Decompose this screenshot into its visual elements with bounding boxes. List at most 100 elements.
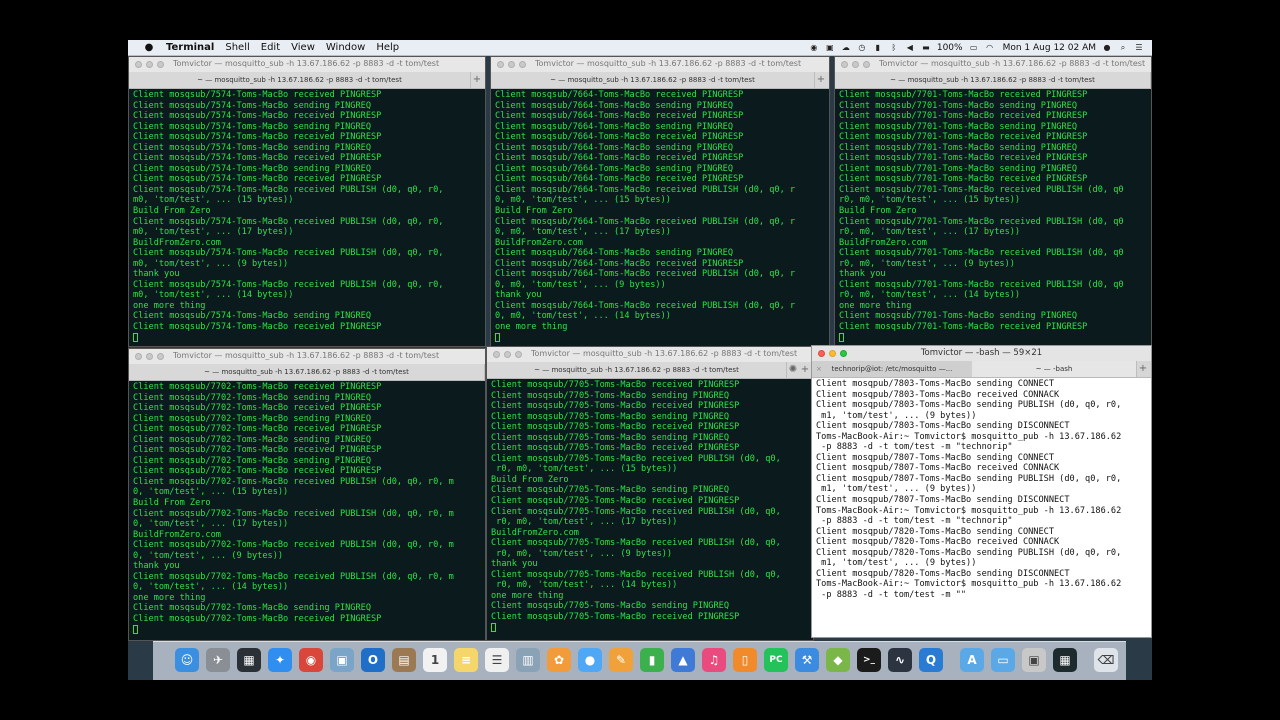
- pycharm-icon[interactable]: PC: [764, 648, 788, 672]
- title-bar[interactable]: Tomvictor — mosquitto_sub -h 13.67.186.6…: [129, 349, 485, 365]
- lock-icon[interactable]: ▮: [873, 43, 883, 52]
- keynote-icon[interactable]: ▲: [671, 648, 695, 672]
- menu-view[interactable]: View: [291, 42, 315, 53]
- minimize-button[interactable]: [852, 61, 859, 68]
- finder-icon[interactable]: ☺: [175, 648, 199, 672]
- menu-app-name[interactable]: Terminal: [166, 42, 214, 53]
- xcode-icon[interactable]: ⚒: [795, 648, 819, 672]
- terminal-window-3[interactable]: Tomvictor — mosquitto_sub -h 13.67.186.6…: [834, 56, 1152, 347]
- close-button[interactable]: [493, 351, 500, 358]
- close-button[interactable]: [497, 61, 504, 68]
- trash-icon[interactable]: ⌫: [1094, 648, 1118, 672]
- terminal-output[interactable]: Client mosqsub/7702-Toms-MacBo received …: [133, 382, 483, 640]
- zoom-button[interactable]: [157, 353, 164, 360]
- prompt-line[interactable]: [839, 332, 1149, 345]
- messages-icon[interactable]: ●: [578, 648, 602, 672]
- apple-icon[interactable]: ●: [142, 42, 156, 53]
- zoom-button[interactable]: [863, 61, 870, 68]
- zoom-button[interactable]: [515, 351, 522, 358]
- prompt-line[interactable]: [133, 624, 483, 637]
- console-icon[interactable]: ▦: [1053, 648, 1077, 672]
- tab-mosquitto-sub[interactable]: ~ — mosquitto_sub -h 13.67.186.62 -p 888…: [129, 72, 471, 88]
- launchpad-icon[interactable]: ✈: [206, 648, 230, 672]
- zoom-button[interactable]: [519, 61, 526, 68]
- terminal-window-2[interactable]: Tomvictor — mosquitto_sub -h 13.67.186.6…: [490, 56, 830, 347]
- volume-icon[interactable]: ◀: [905, 43, 915, 52]
- menu-shell[interactable]: Shell: [225, 42, 249, 53]
- cloud-icon[interactable]: ☁: [841, 43, 851, 52]
- title-bar[interactable]: Tomvictor — mosquitto_sub -h 13.67.186.6…: [129, 57, 485, 73]
- dropbox-icon[interactable]: ▣: [825, 43, 835, 52]
- pages-icon[interactable]: ✎: [609, 648, 633, 672]
- new-tab-plus-icon[interactable]: +: [1137, 361, 1149, 377]
- prompt-line[interactable]: [491, 622, 811, 635]
- preview-icon[interactable]: ▣: [330, 648, 354, 672]
- close-button[interactable]: [841, 61, 848, 68]
- photos-icon[interactable]: ✿: [547, 648, 571, 672]
- terminal-output[interactable]: Client mosqsub/7701-Toms-MacBo received …: [839, 90, 1149, 346]
- reminders-icon[interactable]: ☰: [485, 648, 509, 672]
- terminal-window-5[interactable]: Tomvictor — mosquitto_sub -h 13.67.186.6…: [486, 346, 814, 641]
- tab-mosquitto-sub[interactable]: ~ — mosquitto_sub -h 13.67.186.62 -p 888…: [491, 72, 815, 88]
- title-bar[interactable]: Tomvictor — mosquitto_sub -h 13.67.186.6…: [835, 57, 1151, 73]
- prompt-line[interactable]: [495, 332, 827, 345]
- close-button[interactable]: [135, 353, 142, 360]
- tab-mosquitto-sub[interactable]: ~ — mosquitto_sub -h 13.67.186.62 -p 888…: [487, 362, 787, 378]
- new-tab-plus-icon[interactable]: +: [471, 72, 483, 88]
- minimize-button[interactable]: [146, 61, 153, 68]
- notification-center-icon[interactable]: ☰: [1134, 43, 1144, 52]
- record-icon[interactable]: ◉: [809, 43, 819, 52]
- terminal-window-1[interactable]: Tomvictor — mosquitto_sub -h 13.67.186.6…: [128, 56, 486, 347]
- terminal-output[interactable]: Client mosqsub/7705-Toms-MacBo received …: [491, 380, 811, 640]
- zoom-button[interactable]: [157, 61, 164, 68]
- battery-icon[interactable]: ▭: [969, 43, 979, 52]
- menu-edit[interactable]: Edit: [261, 42, 280, 53]
- tab-mosquitto-sub[interactable]: ~ — mosquitto_sub -h 13.67.186.62 -p 888…: [129, 364, 485, 380]
- notes-icon[interactable]: ≡: [454, 648, 478, 672]
- tab-bash[interactable]: ~ — -bash: [972, 361, 1137, 377]
- android-studio-icon[interactable]: ◆: [826, 648, 850, 672]
- close-tab-icon[interactable]: ×: [816, 361, 822, 377]
- new-tab-plus-icon[interactable]: +: [799, 362, 811, 378]
- activity-monitor-icon[interactable]: ∿: [888, 648, 912, 672]
- downloads-stack-icon[interactable]: ▣: [1022, 648, 1046, 672]
- minimize-button[interactable]: [508, 61, 515, 68]
- terminal-window-4[interactable]: Tomvictor — mosquitto_sub -h 13.67.186.6…: [128, 348, 486, 641]
- tab-mosquitto-sub[interactable]: ~ — mosquitto_sub -h 13.67.186.62 -p 888…: [835, 72, 1151, 88]
- menu-help[interactable]: Help: [376, 42, 399, 53]
- flag-icon[interactable]: ▬: [921, 43, 931, 52]
- title-bar[interactable]: Tomvictor — mosquitto_sub -h 13.67.186.6…: [491, 57, 829, 73]
- time-machine-icon[interactable]: ◷: [857, 43, 867, 52]
- minimize-button[interactable]: [504, 351, 511, 358]
- title-bar[interactable]: Tomvictor — -bash — 59×21: [812, 346, 1151, 362]
- contacts-icon[interactable]: ▤: [392, 648, 416, 672]
- close-button[interactable]: [135, 61, 142, 68]
- itunes-icon[interactable]: ♫: [702, 648, 726, 672]
- user-icon[interactable]: ●: [1102, 43, 1112, 52]
- wifi-icon[interactable]: ◠: [985, 43, 995, 52]
- terminal-output[interactable]: Client mosqpub/7803-Toms-MacBo sending C…: [816, 379, 1149, 637]
- applications-folder-icon[interactable]: A: [960, 648, 984, 672]
- new-tab-plus-icon[interactable]: +: [815, 72, 827, 88]
- prompt-line[interactable]: [133, 332, 483, 345]
- bash-terminal-window[interactable]: Tomvictor — -bash — 59×21 × technorip@iot…: [811, 345, 1152, 638]
- chrome-icon[interactable]: ◉: [299, 648, 323, 672]
- image-capture-icon[interactable]: ▥: [516, 648, 540, 672]
- bluetooth-icon[interactable]: ᛒ: [889, 43, 899, 52]
- title-bar[interactable]: Tomvictor — mosquitto_sub -h 13.67.186.6…: [487, 347, 813, 363]
- menu-window[interactable]: Window: [326, 42, 365, 53]
- minimize-button[interactable]: [146, 353, 153, 360]
- terminal-icon[interactable]: >_: [857, 648, 881, 672]
- terminal-output[interactable]: Client mosqsub/7574-Toms-MacBo received …: [133, 90, 483, 346]
- tab-technorip[interactable]: × technorip@iot: /etc/mosquitto —...: [812, 361, 973, 377]
- safari-icon[interactable]: ✦: [268, 648, 292, 672]
- ibooks-icon[interactable]: ▯: [733, 648, 757, 672]
- documents-folder-icon[interactable]: ▭: [991, 648, 1015, 672]
- numbers-icon[interactable]: ▮: [640, 648, 664, 672]
- menu-clock[interactable]: Mon 1 Aug 12 02 AM: [1003, 43, 1096, 53]
- terminal-output[interactable]: Client mosqsub/7664-Toms-MacBo received …: [495, 90, 827, 346]
- spotlight-search-icon[interactable]: ⌕: [1118, 43, 1128, 52]
- quicktime-icon[interactable]: Q: [919, 648, 943, 672]
- calendar-icon[interactable]: 1: [423, 648, 447, 672]
- outlook-icon[interactable]: O: [361, 648, 385, 672]
